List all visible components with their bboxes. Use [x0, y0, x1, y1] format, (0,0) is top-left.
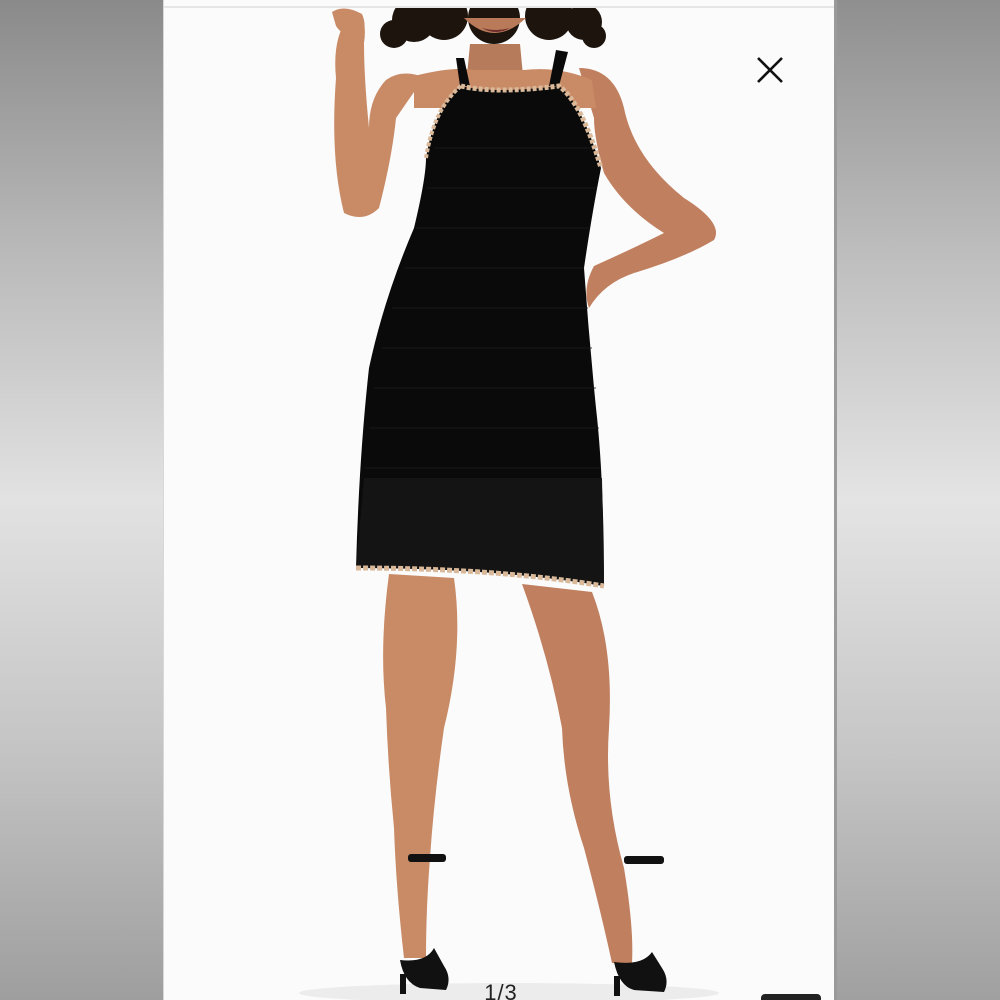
left-arm	[334, 14, 426, 217]
right-arm	[579, 68, 716, 308]
bottom-handle	[761, 994, 821, 1000]
close-button[interactable]	[752, 52, 788, 88]
product-photo[interactable]	[164, 8, 834, 1000]
left-hand	[332, 8, 365, 38]
image-counter: 1/3	[484, 980, 518, 1000]
right-leg	[522, 584, 633, 963]
image-viewer: 1/3	[163, 0, 837, 1000]
close-icon	[757, 57, 783, 83]
blurred-background-right	[837, 0, 1000, 1000]
left-leg	[383, 574, 458, 958]
blurred-background-left	[0, 0, 163, 1000]
